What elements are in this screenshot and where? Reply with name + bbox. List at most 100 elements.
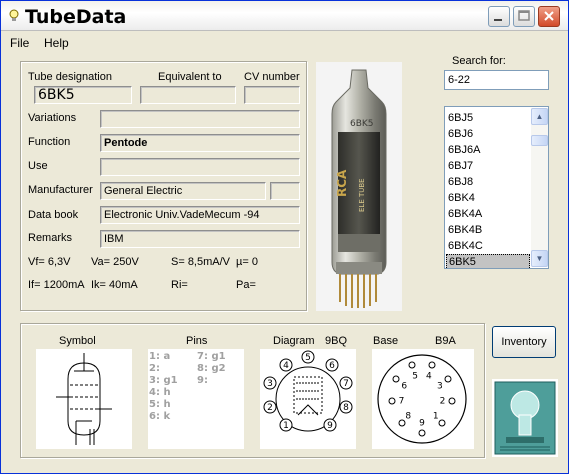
- tube-designation-field[interactable]: 6BK5: [34, 86, 132, 104]
- pin-entry: 3: g1: [149, 375, 178, 386]
- pin-entry: 8: g2: [197, 363, 226, 374]
- svg-text:2: 2: [267, 403, 273, 413]
- menu-help[interactable]: Help: [44, 36, 69, 50]
- diagram-pin: 5: [301, 350, 315, 364]
- tube-image: RCA ELE TUBE 6BK5: [331, 69, 387, 308]
- manufacturer-field[interactable]: General Electric: [100, 182, 266, 200]
- minimize-icon: [494, 19, 502, 21]
- list-item[interactable]: 6BK4: [446, 190, 530, 206]
- window-title: TubeData: [25, 6, 127, 28]
- scroll-up-button[interactable]: ▲: [531, 108, 548, 125]
- list-item[interactable]: 6BJ6: [446, 126, 530, 142]
- list-item[interactable]: 6BJ6A: [446, 142, 530, 158]
- svg-text:6: 6: [329, 361, 335, 371]
- base-pin: 4: [426, 361, 436, 382]
- base-box: 12 3456 789: [372, 349, 474, 449]
- use-field[interactable]: [100, 158, 300, 176]
- pin-entry: 4: h: [149, 387, 171, 398]
- base-pin: 9: [418, 418, 426, 437]
- equivalent-field[interactable]: [140, 86, 236, 104]
- maximize-button[interactable]: [513, 6, 535, 27]
- remarks-field[interactable]: IBM: [100, 230, 300, 248]
- list-item[interactable]: 6BK4B: [446, 222, 530, 238]
- svg-text:4: 4: [426, 372, 432, 382]
- cv-number-field[interactable]: [244, 86, 300, 104]
- base-label: Base: [373, 335, 399, 347]
- tube-photo: RCA ELE TUBE 6BK5: [316, 62, 402, 311]
- pin-entry: 1: a: [149, 351, 171, 362]
- list-item[interactable]: 6BK4A: [446, 206, 530, 222]
- list-item[interactable]: 6BK4C: [446, 238, 530, 254]
- pin-entry: 2:: [149, 363, 160, 374]
- maximize-icon: [518, 10, 530, 21]
- minimize-button[interactable]: [488, 6, 510, 27]
- svg-text:6BK5: 6BK5: [350, 119, 374, 129]
- svg-text:ELE TUBE: ELE TUBE: [358, 178, 366, 212]
- svg-text:2: 2: [440, 396, 446, 406]
- manufacturer-label: Manufacturer: [28, 184, 93, 196]
- param-va: Va= 250V: [91, 256, 139, 268]
- manufacturer-extra-field[interactable]: [270, 182, 300, 200]
- title-bar[interactable]: TubeData: [1, 1, 568, 31]
- tube-logo-icon: [494, 381, 556, 455]
- pin-entry: 6: k: [149, 411, 171, 422]
- tube-designation-label: Tube designation: [28, 71, 112, 83]
- search-input[interactable]: 6-22: [444, 70, 549, 90]
- equivalent-label: Equivalent to: [158, 71, 222, 83]
- databook-field[interactable]: Electronic Univ.VadeMecum -94: [100, 206, 300, 224]
- list-item[interactable]: 6BJ8: [446, 174, 530, 190]
- diagram-code: 9BQ: [325, 335, 348, 347]
- list-item[interactable]: 6BJ7: [446, 158, 530, 174]
- cv-number-label: CV number: [244, 71, 300, 83]
- results-listbox[interactable]: 6BJ5 6BJ6 6BJ6A 6BJ7 6BJ8 6BK4 6BK4A 6BK4B 6BK4C…: [444, 106, 549, 269]
- list-item-selected[interactable]: 6BK5: [446, 254, 530, 268]
- svg-text:8: 8: [343, 403, 349, 413]
- svg-text:1: 1: [433, 411, 439, 421]
- base-diagram: 12 3456 789: [377, 354, 467, 444]
- svg-text:9: 9: [327, 421, 333, 431]
- svg-text:6: 6: [401, 381, 407, 391]
- diagram-pin: 1: [279, 418, 293, 432]
- scroll-thumb[interactable]: [531, 135, 548, 146]
- param-ri: Ri=: [171, 279, 188, 291]
- variations-label: Variations: [28, 112, 77, 124]
- svg-text:8: 8: [405, 411, 411, 421]
- base-pin: 8: [398, 411, 411, 427]
- function-label: Function: [28, 136, 71, 148]
- variations-field[interactable]: [100, 110, 300, 128]
- function-field[interactable]: Pentode: [100, 134, 300, 152]
- svg-text:5: 5: [305, 353, 311, 363]
- diagram-box: 12 34 5 67 89: [260, 349, 356, 449]
- param-s: S= 8,5mA/V: [171, 256, 231, 268]
- svg-text:5: 5: [412, 372, 418, 382]
- diagram-pin: 3: [263, 376, 277, 390]
- menu-file[interactable]: File: [10, 36, 29, 50]
- param-vf: Vf= 6,3V: [28, 256, 71, 268]
- base-code: B9A: [435, 335, 456, 347]
- base-pin: 2: [440, 396, 456, 406]
- menu-bar: File Help: [1, 32, 568, 52]
- diagram-pin: 7: [339, 376, 353, 390]
- pins-label: Pins: [186, 335, 208, 347]
- base-pin: 3: [437, 375, 452, 391]
- pin-entry: 9:: [197, 375, 208, 386]
- svg-text:3: 3: [267, 379, 273, 389]
- scroll-down-button[interactable]: ▼: [531, 250, 548, 267]
- svg-text:RCA: RCA: [335, 169, 349, 197]
- lightbulb-icon: [9, 9, 19, 21]
- diagram-pin: 2: [263, 400, 277, 414]
- remarks-label: Remarks: [28, 232, 73, 244]
- inventory-button[interactable]: Inventory: [492, 326, 556, 358]
- results-scrollbar[interactable]: ▲ ▼: [531, 108, 548, 267]
- base-pin: 1: [433, 411, 446, 427]
- list-item[interactable]: 6BJ5: [446, 110, 530, 126]
- pentode-symbol: [56, 353, 112, 445]
- pin-entry: 7: g1: [197, 351, 226, 362]
- svg-text:7: 7: [343, 379, 349, 389]
- use-label: Use: [28, 160, 48, 172]
- close-button[interactable]: [538, 6, 560, 27]
- search-label: Search for:: [452, 55, 506, 67]
- svg-text:1: 1: [283, 421, 289, 431]
- diagram-label: Diagram: [273, 335, 315, 347]
- symbol-label: Symbol: [59, 335, 96, 347]
